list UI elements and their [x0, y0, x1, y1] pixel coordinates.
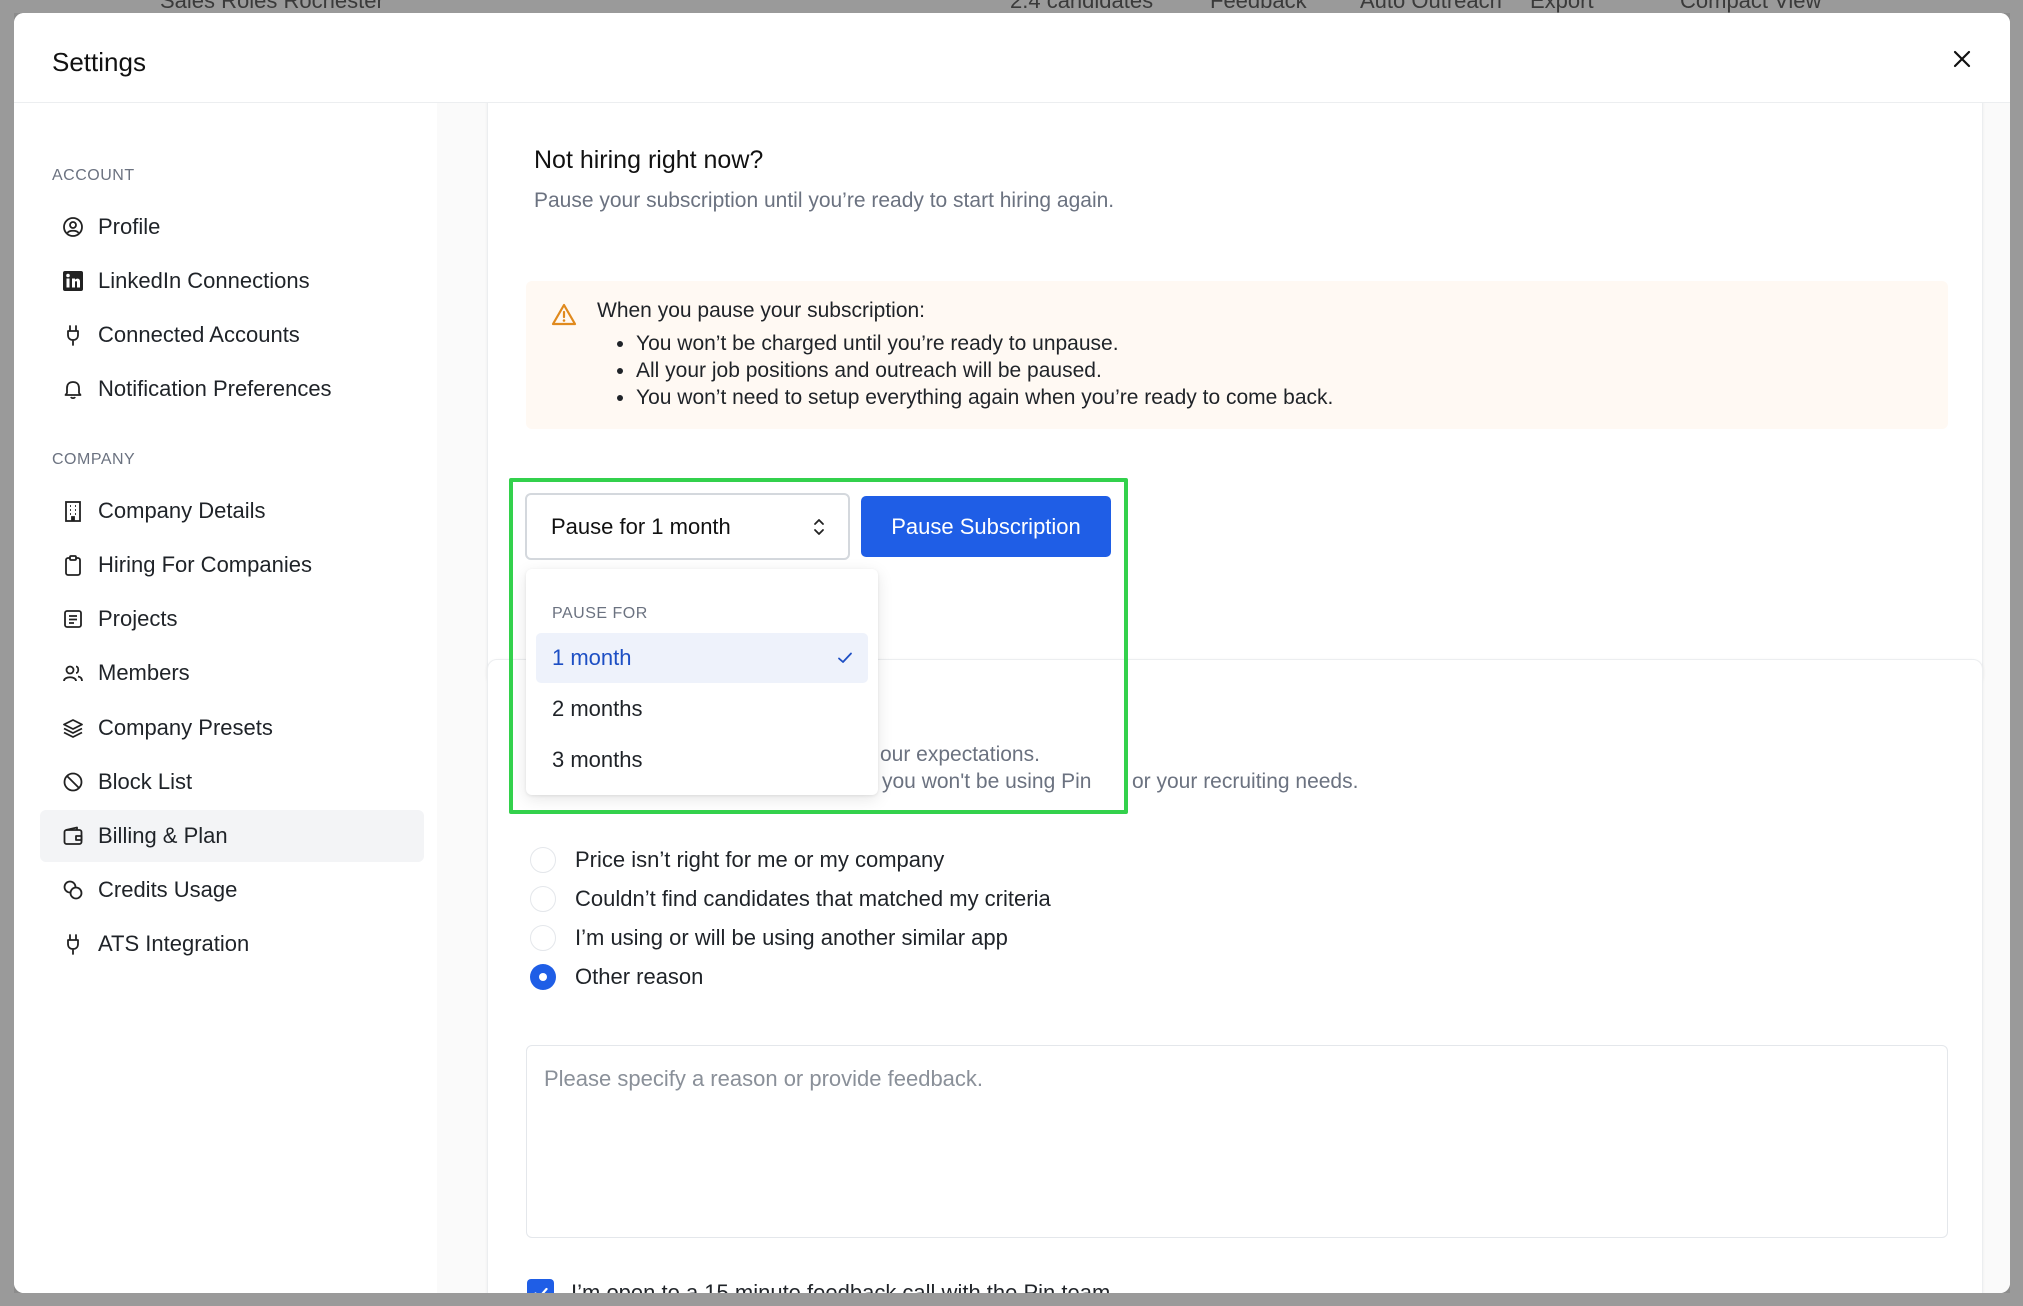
dropdown-option-label: 3 months [552, 747, 643, 772]
modal-header: Settings [14, 13, 2010, 103]
dropdown-option-label: 1 month [552, 645, 632, 670]
settings-sidebar: ACCOUNT Profile LinkedIn Connections Con… [14, 103, 437, 1293]
background-compact-view-button: Compact View [1680, 0, 1822, 13]
sidebar-item-ats-integration[interactable]: ATS Integration [40, 918, 424, 970]
sidebar-item-notification-preferences[interactable]: Notification Preferences [40, 363, 424, 415]
check-icon [838, 652, 852, 663]
bell-icon [62, 378, 84, 400]
sidebar-item-label: Connected Accounts [98, 322, 300, 347]
dropdown-option-1-month[interactable]: 1 month [536, 633, 868, 683]
warning-triangle-icon [551, 303, 577, 326]
chevron-up-down-icon [814, 519, 824, 535]
sidebar-item-company-details[interactable]: Company Details [40, 485, 424, 537]
warning-list-item: All your job positions and outreach will… [636, 357, 1333, 384]
building-icon [62, 500, 84, 522]
sidebar-item-projects[interactable]: Projects [40, 593, 424, 645]
radio-button[interactable] [530, 886, 556, 912]
background-page-header: Sales Roles Rochester 2.4 candidates Fee… [0, 0, 2023, 13]
plug-icon [62, 324, 84, 346]
radio-button[interactable] [530, 847, 556, 873]
radio-button-selected[interactable] [530, 964, 556, 990]
dropdown-group-label: PAUSE FOR [552, 605, 648, 622]
warning-list-item: You won’t be charged until you’re ready … [636, 330, 1333, 357]
sidebar-item-hiring-for-companies[interactable]: Hiring For Companies [40, 539, 424, 591]
sidebar-item-label: Credits Usage [98, 877, 238, 902]
reason-option-price[interactable]: Price isn’t right for me or my company [530, 845, 944, 875]
list-icon [62, 608, 84, 630]
cancel-description-line2b: or your recruiting needs. [1132, 770, 1359, 793]
sidebar-item-connected-accounts[interactable]: Connected Accounts [40, 309, 424, 361]
background-auto-outreach-button: Auto Outreach [1360, 0, 1502, 13]
settings-modal: Settings ACCOUNT Profile LinkedIn Connec… [14, 13, 2010, 1293]
cancel-description-line1: our expectations. [880, 743, 1040, 766]
reason-option-other-app[interactable]: I’m using or will be using another simil… [530, 923, 1008, 953]
feedback-call-option[interactable]: I’m open to a 15 minute feedback call wi… [527, 1279, 1116, 1293]
feedback-call-label: I’m open to a 15 minute feedback call wi… [571, 1279, 1117, 1294]
sidebar-item-label: Notification Preferences [98, 376, 332, 401]
sidebar-item-label: Projects [98, 606, 178, 631]
sidebar-item-label: Company Details [98, 498, 266, 523]
sidebar-item-members[interactable]: Members [40, 647, 424, 699]
sidebar-item-label: Block List [98, 769, 193, 794]
pause-warning-callout: When you pause your subscription: You wo… [526, 281, 1948, 429]
company-section-label: COMPANY [52, 451, 136, 468]
pause-duration-dropdown: PAUSE FOR 1 month 2 months 3 months [526, 569, 878, 795]
sidebar-item-company-presets[interactable]: Company Presets [40, 702, 424, 754]
linkedin-icon [62, 270, 84, 292]
sidebar-item-label: Company Presets [98, 715, 273, 740]
warning-list: You won’t be charged until you’re ready … [636, 330, 1333, 411]
cancel-description-line2a: you won't be using Pin [882, 770, 1092, 793]
clipboard-icon [62, 554, 84, 576]
close-button[interactable] [1946, 43, 1978, 75]
background-page-bottom [0, 1293, 2023, 1306]
background-page-right [2010, 0, 2023, 1306]
radio-button[interactable] [530, 925, 556, 951]
dropdown-option-label: 2 months [552, 696, 643, 721]
sidebar-item-label: Hiring For Companies [98, 552, 312, 577]
background-export-button: Export [1530, 0, 1594, 13]
warning-title: When you pause your subscription: [597, 299, 926, 322]
user-circle-icon [62, 216, 84, 238]
sidebar-item-label: Profile [98, 214, 161, 239]
layers-icon [62, 717, 84, 739]
sidebar-item-profile[interactable]: Profile [40, 201, 424, 253]
reason-label: Price isn’t right for me or my company [575, 847, 945, 872]
pause-subscription-button[interactable]: Pause Subscription [861, 496, 1111, 557]
reason-option-candidates[interactable]: Couldn’t find candidates that matched my… [530, 884, 1051, 914]
background-project-title: Sales Roles Rochester [160, 0, 384, 13]
sidebar-item-label: Members [98, 660, 190, 685]
wallet-icon [62, 825, 84, 847]
coins-icon [62, 879, 84, 901]
check-icon [533, 1287, 548, 1293]
reason-option-other[interactable]: Other reason [530, 962, 703, 992]
warning-list-item: You won’t need to setup everything again… [636, 384, 1333, 411]
dropdown-option-2-months[interactable]: 2 months [536, 684, 868, 734]
sidebar-item-label: Billing & Plan [98, 823, 228, 848]
sidebar-item-credits-usage[interactable]: Credits Usage [40, 864, 424, 916]
sidebar-item-billing-plan[interactable]: Billing & Plan [40, 810, 424, 862]
close-icon [1953, 50, 1971, 68]
reason-label: Other reason [575, 964, 704, 989]
background-feedback-button: Feedback [1210, 0, 1307, 13]
checkbox-checked[interactable] [527, 1279, 554, 1293]
background-page-left [0, 0, 14, 1306]
reason-label: Couldn’t find candidates that matched my… [575, 886, 1051, 911]
sidebar-item-linkedin-connections[interactable]: LinkedIn Connections [40, 255, 424, 307]
plug-icon [62, 933, 84, 955]
dropdown-option-3-months[interactable]: 3 months [536, 735, 868, 785]
feedback-textarea[interactable] [526, 1045, 1948, 1238]
pause-duration-value: Pause for 1 month [551, 513, 731, 539]
reason-label: I’m using or will be using another simil… [575, 925, 1008, 950]
background-candidates-count: 2.4 candidates [1010, 0, 1154, 13]
block-icon [62, 771, 84, 793]
pause-section-subtitle: Pause your subscription until you’re rea… [534, 189, 1115, 212]
account-section-label: ACCOUNT [52, 167, 135, 184]
sidebar-item-block-list[interactable]: Block List [40, 756, 424, 808]
users-icon [62, 662, 84, 684]
pause-section-title: Not hiring right now? [534, 146, 764, 174]
sidebar-item-label: ATS Integration [98, 931, 250, 956]
modal-title: Settings [52, 47, 146, 77]
sidebar-item-label: LinkedIn Connections [98, 268, 310, 293]
pause-duration-select[interactable]: Pause for 1 month [525, 493, 850, 560]
